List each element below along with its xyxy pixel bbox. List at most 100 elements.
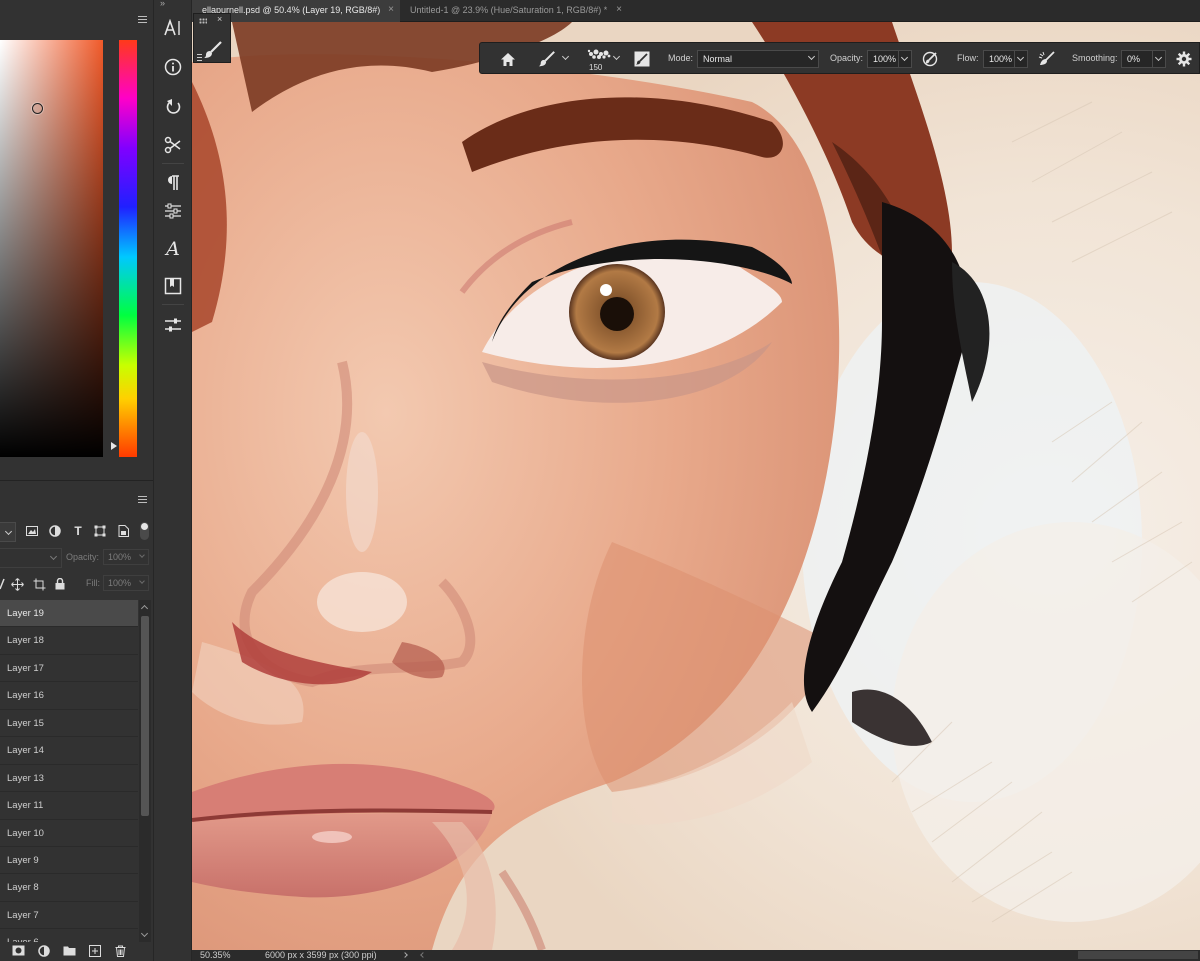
layer-opacity-field[interactable]: 100% [103, 549, 149, 565]
layer-name: Layer 16 [7, 690, 44, 702]
close-tab-icon[interactable]: × [616, 0, 622, 20]
left-panel-column: T Opacity: 100% Fill: 100% Layer 19 Layer… [0, 0, 153, 961]
layer-row[interactable]: Layer 8 [0, 874, 138, 902]
layer-row[interactable]: Layer 13 [0, 764, 138, 793]
airbrush-icon[interactable] [1037, 48, 1057, 70]
brush-size-chevron-icon[interactable] [612, 52, 621, 61]
pressure-opacity-icon[interactable] [920, 48, 940, 70]
layer-row[interactable]: Layer 15 [0, 709, 138, 738]
lock-all-icon[interactable] [53, 577, 67, 592]
image-filter-icon[interactable] [25, 524, 39, 538]
new-layer-icon[interactable] [88, 945, 102, 959]
layer-list-scrollbar[interactable] [139, 600, 151, 942]
lock-position-partial-icon[interactable] [0, 578, 9, 592]
adjustment-filter-icon[interactable] [48, 524, 62, 538]
layer-list: Layer 19 Layer 18 Layer 17 Layer 16 Layer 15… [0, 600, 138, 942]
color-panel-menu-icon[interactable] [138, 16, 147, 23]
tab-untitled-1[interactable]: Untitled-1 @ 23.9% (Hue/Saturation 1, RG… [400, 0, 628, 22]
layer-row[interactable]: Layer 11 [0, 792, 138, 820]
opacity-dropdown-button[interactable] [898, 50, 912, 68]
layer-row[interactable]: Layer 10 [0, 819, 138, 847]
floating-tool-panel: × [193, 13, 231, 63]
new-adjustment-layer-icon[interactable] [37, 945, 51, 959]
brush-preset-chevron-icon[interactable] [561, 52, 570, 61]
smoothing-dropdown-button[interactable] [1152, 50, 1166, 68]
opacity-value: 100% [873, 54, 897, 64]
paragraph-icon[interactable] [160, 170, 186, 196]
layers-panel-footer [0, 942, 153, 961]
opacity-label: Opacity: [830, 53, 864, 63]
brush-tool-icon[interactable] [203, 40, 225, 62]
close-panel-icon[interactable]: × [217, 14, 222, 24]
blend-mode-select[interactable] [0, 548, 62, 568]
layer-name: Layer 10 [7, 827, 44, 839]
hue-slider[interactable] [119, 40, 137, 457]
home-icon[interactable] [497, 48, 519, 70]
smart-object-filter-icon[interactable] [116, 524, 130, 538]
horizontal-scrollbar-thumb[interactable] [1078, 951, 1198, 959]
tool-presets-icon[interactable] [160, 132, 186, 158]
history-icon[interactable] [160, 93, 186, 119]
glyphs-icon[interactable]: A [160, 236, 186, 262]
panel-icon-strip: » A [153, 0, 192, 961]
layer-row[interactable]: Layer 14 [0, 737, 138, 765]
toggle-brush-settings-icon[interactable] [632, 48, 652, 70]
layer-fill-field[interactable]: 100% [103, 575, 149, 591]
document-tab-bar: ellapurnell.psd @ 50.4% (Layer 19, RGB/8… [192, 0, 1200, 22]
tab-label: Untitled-1 @ 23.9% (Hue/Saturation 1, RG… [410, 5, 608, 15]
color-picker-marker[interactable] [32, 103, 43, 114]
new-group-icon[interactable] [62, 945, 76, 959]
layer-row[interactable]: Layer 9 [0, 846, 138, 875]
adjustments-icon[interactable] [160, 198, 186, 224]
layer-row[interactable]: Layer 7 [0, 901, 138, 930]
layer-name: Layer 18 [7, 635, 44, 647]
layer-name: Layer 14 [7, 745, 44, 757]
info-icon[interactable] [160, 54, 186, 80]
layer-row[interactable]: Layer 6 [0, 929, 138, 942]
layer-name: Layer 13 [7, 772, 44, 784]
layer-row[interactable]: Layer 17 [0, 654, 138, 683]
opacity-field[interactable]: 100% [867, 50, 899, 68]
lock-position-icon[interactable] [10, 578, 24, 592]
brush-tool-icon[interactable] [536, 48, 558, 70]
character-panel-icon[interactable] [160, 15, 186, 41]
collapse-panels-icon[interactable]: » [160, 0, 165, 8]
layer-row[interactable]: Layer 18 [0, 627, 138, 655]
layers-panel: T Opacity: 100% Fill: 100% Layer 19 Layer… [0, 482, 153, 961]
flow-field[interactable]: 100% [983, 50, 1015, 68]
brush-size-value: 150 [589, 63, 603, 72]
color-saturation-field[interactable] [0, 40, 103, 457]
panel-grip-icon[interactable] [199, 18, 207, 24]
smoothing-label: Smoothing: [1072, 53, 1118, 63]
properties-icon[interactable] [160, 312, 186, 338]
libraries-icon[interactable] [160, 273, 186, 299]
add-layer-mask-icon[interactable] [11, 945, 25, 959]
smoothing-field[interactable]: 0% [1121, 50, 1153, 68]
delete-layer-icon[interactable] [113, 945, 127, 959]
layer-row[interactable]: Layer 19 [0, 600, 138, 628]
document-canvas[interactable] [192, 22, 1200, 950]
smoothing-value: 0% [1127, 54, 1141, 64]
zoom-level[interactable]: 50.35% [200, 950, 231, 961]
hue-slider-arrow[interactable] [111, 442, 117, 450]
tool-options-bar: 150 Mode: Normal Opacity: 100% Flow: 100… [479, 42, 1200, 74]
gear-icon[interactable] [1174, 48, 1194, 70]
layer-filter-toggle[interactable] [140, 522, 149, 540]
layer-fill-label: Fill: [86, 578, 100, 588]
layer-row[interactable]: Layer 16 [0, 682, 138, 710]
layer-opacity-label: Opacity: [66, 552, 100, 562]
shape-filter-icon[interactable] [93, 524, 107, 538]
status-menu-chevron-icon[interactable] [402, 952, 408, 958]
scroll-left-arrow-icon[interactable] [420, 952, 426, 958]
lock-artboard-icon[interactable] [32, 578, 46, 592]
type-filter-icon[interactable]: T [71, 524, 85, 538]
layer-kind-filter-select[interactable] [0, 522, 16, 542]
panel-list-icon[interactable] [197, 54, 202, 61]
flow-value: 100% [989, 54, 1013, 64]
layer-name: Layer 15 [7, 717, 44, 729]
close-tab-icon[interactable]: × [388, 0, 394, 20]
flow-dropdown-button[interactable] [1014, 50, 1028, 68]
flow-label: Flow: [957, 53, 979, 63]
layers-panel-menu-icon[interactable] [138, 496, 147, 503]
mode-select[interactable]: Normal [697, 50, 819, 68]
